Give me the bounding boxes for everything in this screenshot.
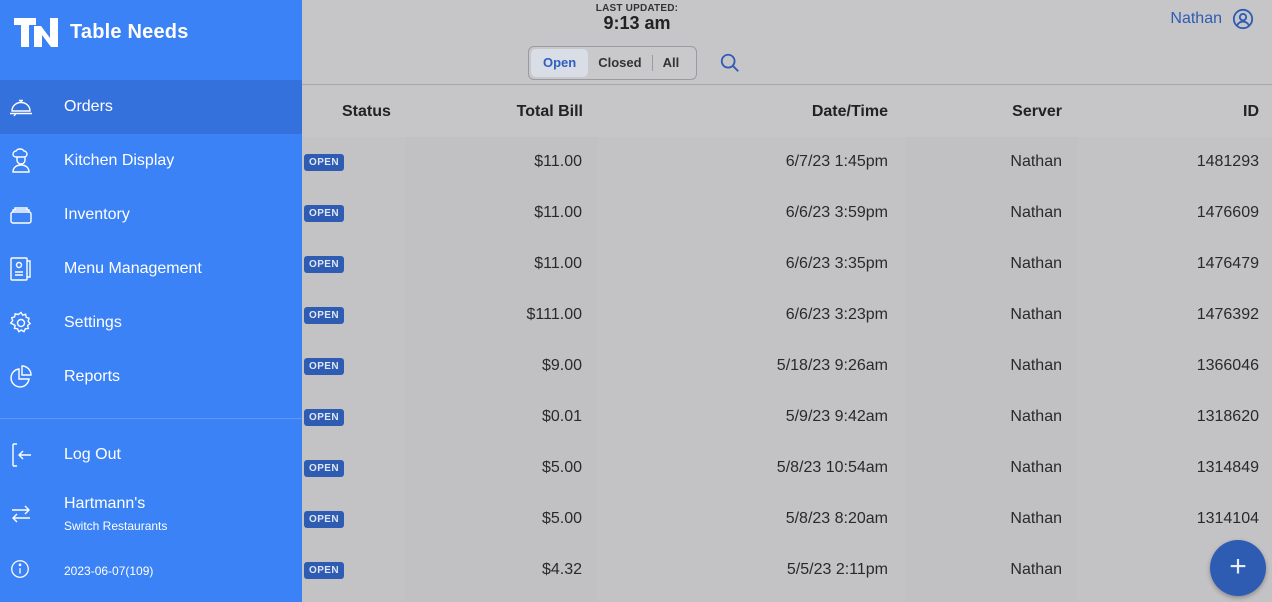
nav-label: Menu Management — [64, 260, 202, 277]
id-cell: 1481293 — [1196, 153, 1259, 170]
id-cell: 1318620 — [1196, 408, 1259, 425]
status-badge: OPEN — [304, 460, 344, 477]
drawer-nav: Orders Kitchen Display Inventory Menu Ma… — [0, 80, 302, 404]
status-badge: OPEN — [304, 358, 344, 375]
server-cell: Nathan — [1010, 357, 1062, 374]
status-badge: OPEN — [304, 307, 344, 324]
column-id[interactable]: ID — [1243, 103, 1259, 121]
date-time-cell: 6/6/23 3:35pm — [785, 255, 888, 272]
nav-label: Log Out — [64, 446, 121, 463]
status-badge: OPEN — [304, 511, 344, 528]
drawer-divider — [0, 418, 302, 419]
column-date-time[interactable]: Date/Time — [812, 103, 888, 121]
version-label: 2023-06-07(109) — [64, 564, 154, 578]
nav-label: Reports — [64, 368, 121, 385]
server-cell: Nathan — [1010, 204, 1062, 221]
serving-tray-icon — [10, 99, 32, 117]
id-cell: 1314849 — [1196, 459, 1259, 476]
date-time-cell: 5/5/23 2:11pm — [786, 561, 888, 578]
total-bill-cell: $11.00 — [534, 255, 582, 272]
nav-orders[interactable]: Orders — [0, 80, 302, 134]
date-time-cell: 5/8/23 8:20am — [785, 510, 888, 527]
id-cell: 1476392 — [1196, 306, 1259, 323]
nav-label: Settings — [64, 314, 122, 331]
server-cell: Nathan — [1010, 153, 1062, 170]
chef-icon — [12, 148, 30, 173]
date-time-cell: 5/8/23 10:54am — [776, 459, 888, 476]
status-badge: OPEN — [304, 562, 344, 579]
menu-book-icon — [10, 257, 31, 281]
side-drawer: Table Needs Orders Kitchen Display Inven… — [0, 0, 302, 602]
total-bill-cell: $5.00 — [541, 510, 582, 527]
total-bill-cell: $4.32 — [541, 561, 582, 578]
date-time-cell: 6/6/23 3:59pm — [785, 204, 888, 221]
total-bill-cell: $0.01 — [541, 408, 582, 425]
id-cell: 1476609 — [1196, 204, 1259, 221]
date-time-cell: 5/18/23 9:26am — [776, 357, 888, 374]
brand-name: Table Needs — [70, 21, 189, 43]
pie-chart-icon — [10, 365, 32, 388]
status-badge: OPEN — [304, 409, 344, 426]
nav-label: Inventory — [64, 206, 130, 223]
brand: Table Needs — [14, 18, 189, 47]
info-icon — [11, 560, 29, 578]
server-cell: Nathan — [1010, 306, 1062, 323]
server-cell: Nathan — [1010, 408, 1062, 425]
user-name: Nathan — [1170, 10, 1222, 27]
search-icon[interactable] — [719, 52, 741, 74]
version-info: 2023-06-07(109) — [0, 558, 302, 588]
nav-menu-management[interactable]: Menu Management — [0, 242, 302, 296]
column-status[interactable]: Status — [342, 103, 391, 121]
inventory-icon — [10, 207, 32, 224]
total-bill-cell: $11.00 — [534, 153, 582, 170]
total-bill-cell: $9.00 — [541, 357, 582, 374]
last-updated-time: 9:13 am — [603, 13, 671, 33]
id-cell: 1476479 — [1196, 255, 1259, 272]
status-badge: OPEN — [304, 205, 344, 222]
switch-restaurants-label: Switch Restaurants — [64, 519, 168, 533]
date-time-cell: 6/7/23 1:45pm — [785, 153, 888, 170]
user-menu[interactable]: Nathan — [1170, 8, 1254, 30]
nav-log-out[interactable]: Log Out — [0, 428, 302, 482]
logout-icon — [12, 443, 31, 467]
column-server[interactable]: Server — [1012, 103, 1062, 121]
add-order-button[interactable]: + — [1210, 540, 1266, 596]
column-total-bill[interactable]: Total Bill — [517, 103, 583, 121]
filter-open[interactable]: Open — [531, 49, 589, 77]
nav-label: Orders — [64, 98, 113, 115]
total-bill-cell: $11.00 — [534, 204, 582, 221]
swap-arrows-icon — [12, 505, 30, 523]
filter-closed[interactable]: Closed — [588, 49, 651, 77]
server-cell: Nathan — [1010, 459, 1062, 476]
server-cell: Nathan — [1010, 255, 1062, 272]
server-cell: Nathan — [1010, 510, 1062, 527]
date-time-cell: 5/9/23 9:42am — [785, 408, 888, 425]
switch-restaurant[interactable]: Hartmann's Switch Restaurants — [0, 490, 302, 540]
date-time-cell: 6/6/23 3:23pm — [785, 306, 888, 323]
server-cell: Nathan — [1010, 561, 1062, 578]
filter-all[interactable]: All — [653, 49, 690, 77]
id-cell: 1314104 — [1196, 510, 1259, 527]
user-avatar-icon — [1232, 8, 1254, 30]
total-bill-cell: $5.00 — [541, 459, 582, 476]
nav-label: Kitchen Display — [64, 152, 175, 169]
order-filter-segmented: Open Closed All — [528, 46, 697, 80]
nav-reports[interactable]: Reports — [0, 350, 302, 404]
nav-settings[interactable]: Settings — [0, 296, 302, 350]
status-badge: OPEN — [304, 154, 344, 171]
nav-inventory[interactable]: Inventory — [0, 188, 302, 242]
restaurant-name: Hartmann's — [64, 495, 146, 512]
table-needs-logo-icon — [14, 18, 58, 47]
nav-kitchen-display[interactable]: Kitchen Display — [0, 134, 302, 188]
status-badge: OPEN — [304, 256, 344, 273]
total-bill-cell: $111.00 — [526, 306, 582, 323]
gear-icon — [9, 311, 32, 333]
id-cell: 1366046 — [1196, 357, 1259, 374]
